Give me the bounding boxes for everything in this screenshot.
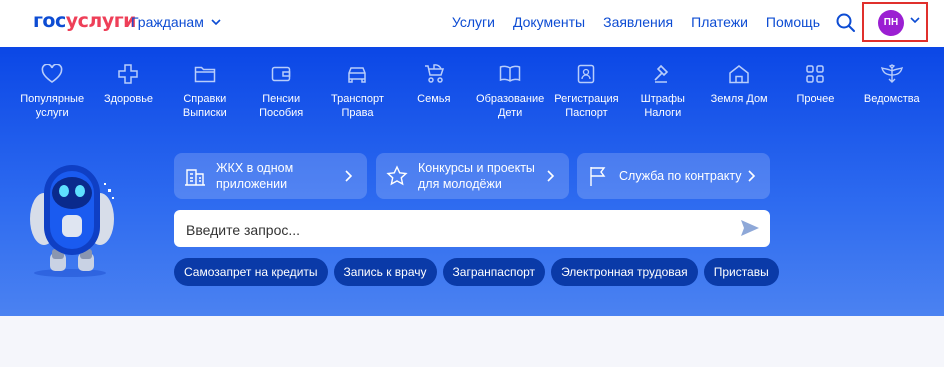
promo-text: Служба по контракту bbox=[619, 169, 742, 183]
category-bar: Популярные услуги Здоровье Справки Выпис… bbox=[14, 63, 930, 120]
chevron-right-icon bbox=[748, 170, 756, 182]
chevron-down-icon bbox=[211, 19, 221, 25]
book-icon bbox=[499, 65, 521, 82]
logo-part1: гос bbox=[33, 10, 66, 32]
gosuslugi-logo[interactable]: госуслуги bbox=[33, 10, 136, 32]
promo-housing[interactable]: ЖКХ в одном приложении bbox=[174, 153, 367, 199]
nav-payments[interactable]: Платежи bbox=[691, 14, 748, 30]
category-label: Ведомства bbox=[863, 93, 920, 105]
category-label: Популярные услуги bbox=[20, 93, 85, 119]
chip-passport[interactable]: Загранпаспорт bbox=[442, 258, 546, 286]
nav-applications[interactable]: Заявления bbox=[603, 14, 673, 30]
car-icon bbox=[348, 67, 367, 83]
audience-selector[interactable]: Гражданам bbox=[131, 14, 221, 30]
category-label: Пенсии Пособия bbox=[259, 93, 304, 119]
promo-text: ЖКХ в одном приложении bbox=[216, 161, 294, 191]
category-label: Здоровье bbox=[103, 93, 154, 105]
quick-chips: Самозапрет на кредиты Запись к врачу Заг… bbox=[174, 258, 779, 286]
search-box bbox=[174, 210, 770, 249]
category-label: Справки Выписки bbox=[182, 93, 227, 119]
logo-part2: услуги bbox=[65, 10, 137, 32]
category-label: Семья bbox=[417, 93, 451, 105]
chevron-down-icon[interactable] bbox=[910, 17, 920, 23]
category-land[interactable]: Земля Дом bbox=[701, 63, 777, 120]
category-other[interactable]: Прочее bbox=[777, 63, 853, 120]
chip-credit-ban[interactable]: Самозапрет на кредиты bbox=[174, 258, 328, 286]
send-icon[interactable] bbox=[740, 219, 760, 237]
category-transport[interactable]: Транспорт Права bbox=[319, 63, 395, 120]
category-certificates[interactable]: Справки Выписки bbox=[167, 63, 243, 120]
category-label: Штрафы Налоги bbox=[640, 93, 685, 119]
category-registration[interactable]: Регистрация Паспорт bbox=[548, 63, 624, 120]
search-icon[interactable] bbox=[835, 12, 857, 34]
category-agencies[interactable]: Ведомства bbox=[854, 63, 930, 120]
grid-icon bbox=[806, 65, 825, 83]
promo-contract-service[interactable]: Служба по контракту bbox=[577, 153, 770, 199]
chip-work-record[interactable]: Электронная трудовая bbox=[551, 258, 698, 286]
building-icon bbox=[185, 169, 205, 186]
category-label: Земля Дом bbox=[710, 93, 768, 105]
star-icon bbox=[386, 165, 408, 186]
chip-doctor-appointment[interactable]: Запись к врачу bbox=[333, 258, 437, 286]
audience-label: Гражданам bbox=[131, 14, 204, 30]
promo-youth[interactable]: Конкурсы и проекты для молодёжи bbox=[376, 153, 569, 199]
category-education[interactable]: Образование Дети bbox=[472, 63, 548, 120]
chevron-right-icon bbox=[547, 170, 555, 182]
eagle-icon bbox=[880, 64, 903, 83]
search-input[interactable] bbox=[184, 210, 728, 249]
flag-icon bbox=[590, 167, 606, 186]
main-nav: Услуги Документы Заявления Платежи Помощ… bbox=[452, 14, 820, 30]
folder-icon bbox=[194, 66, 216, 83]
category-label: Прочее bbox=[796, 93, 835, 105]
category-label: Образование Дети bbox=[476, 93, 545, 119]
health-cross-icon bbox=[118, 64, 139, 84]
wallet-icon bbox=[271, 66, 291, 82]
category-fines[interactable]: Штрафы Налоги bbox=[625, 63, 701, 120]
nav-help[interactable]: Помощь bbox=[766, 14, 820, 30]
profile-menu[interactable]: ПН bbox=[862, 2, 928, 42]
house-icon bbox=[729, 65, 749, 84]
passport-icon bbox=[578, 64, 595, 84]
top-header: госуслуги Гражданам Услуги Документы Зая… bbox=[0, 0, 944, 47]
nav-documents[interactable]: Документы bbox=[513, 14, 585, 30]
stroller-icon bbox=[424, 64, 444, 83]
category-family[interactable]: Семья bbox=[396, 63, 472, 120]
category-health[interactable]: Здоровье bbox=[90, 63, 166, 120]
hero-section: Популярные услуги Здоровье Справки Выпис… bbox=[0, 47, 944, 316]
gavel-icon bbox=[654, 64, 668, 83]
robot-mascot bbox=[30, 165, 114, 277]
chip-bailiffs[interactable]: Приставы bbox=[703, 258, 779, 286]
category-pensions[interactable]: Пенсии Пособия bbox=[243, 63, 319, 120]
category-label: Транспорт Права bbox=[331, 93, 384, 119]
category-popular[interactable]: Популярные услуги bbox=[14, 63, 90, 120]
chevron-right-icon bbox=[345, 170, 353, 182]
category-label: Регистрация Паспорт bbox=[554, 93, 619, 119]
promo-text: Конкурсы и проекты для молодёжи bbox=[418, 161, 535, 191]
nav-services[interactable]: Услуги bbox=[452, 14, 495, 30]
avatar[interactable]: ПН bbox=[878, 10, 904, 36]
heart-icon bbox=[41, 64, 63, 83]
